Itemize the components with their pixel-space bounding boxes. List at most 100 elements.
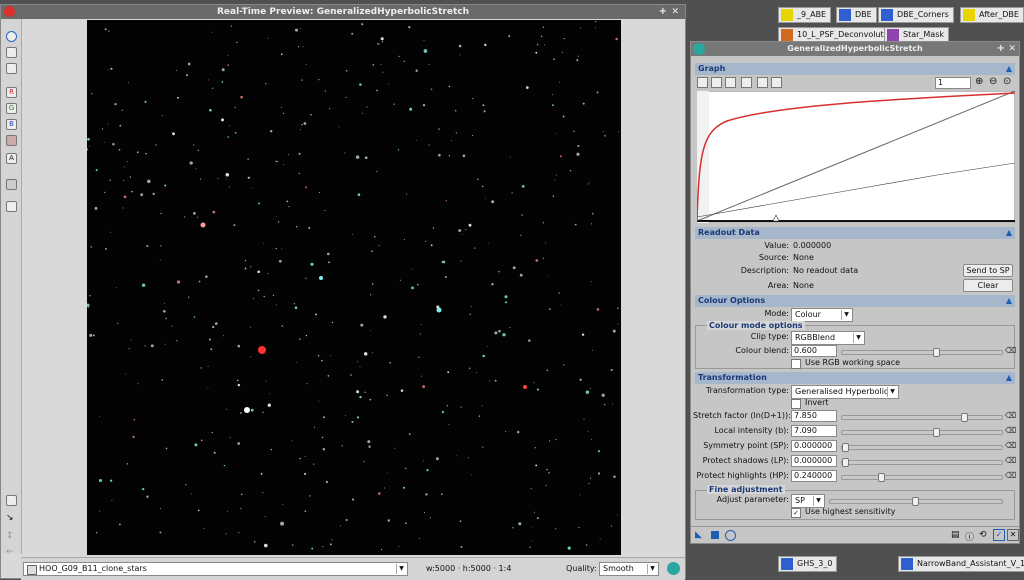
close-window-icon[interactable]: ✕ [1008, 42, 1016, 56]
graph-tool-icon[interactable] [711, 77, 722, 88]
collapse-icon[interactable]: ▲ [1006, 63, 1012, 75]
star [329, 108, 331, 110]
protect-highlights-slider[interactable] [841, 473, 1003, 482]
red-channel-icon[interactable]: R [6, 87, 17, 98]
clip-type-select[interactable]: RGBBlend ▼ [791, 331, 865, 345]
green-channel-icon[interactable]: G [6, 103, 17, 114]
rgb-channel-icon[interactable] [6, 135, 17, 146]
collapse-icon[interactable]: ▲ [1006, 372, 1012, 384]
slider-knob[interactable] [933, 348, 941, 357]
slider-knob[interactable] [933, 428, 941, 437]
star [207, 386, 209, 388]
clear-button[interactable]: Clear [963, 279, 1013, 292]
mode-select[interactable]: Colour ▼ [791, 308, 853, 322]
close-window-icon[interactable]: ✕ [671, 5, 679, 19]
highest-sensitivity-label: Use highest sensitivity [805, 507, 896, 516]
section-readout[interactable]: Readout Data ▲ [695, 227, 1015, 239]
reset-icon[interactable]: ⌫ [1005, 441, 1016, 450]
highest-sensitivity-checkbox[interactable]: ✓ [791, 508, 801, 518]
reset-icon[interactable]: ⌫ [1005, 411, 1016, 420]
invert-checkbox[interactable] [791, 399, 801, 409]
ok-icon[interactable]: ✓ [993, 529, 1005, 541]
add-icon[interactable]: + [997, 42, 1005, 56]
reset-icon[interactable]: ⌫ [1005, 426, 1016, 435]
star [357, 361, 359, 363]
section-colour-options[interactable]: Colour Options ▲ [695, 295, 1015, 307]
desktop-icon-dbe-corners[interactable]: DBE_Corners [878, 7, 954, 23]
zoom-in-icon[interactable]: ⊕ [975, 76, 983, 87]
stretch-factor-field[interactable]: 7.850 [791, 410, 837, 422]
local-intensity-slider[interactable] [841, 428, 1003, 437]
reset-icon[interactable]: ⌫ [1005, 456, 1016, 465]
use-rgb-checkbox[interactable] [791, 359, 801, 369]
reset-all-icon[interactable]: ⟲ [979, 530, 987, 540]
fine-adjust-slider[interactable] [829, 497, 1003, 506]
desktop-icon-dbe[interactable]: DBE [836, 7, 877, 23]
preview-title-bar[interactable]: Real-Time Preview: GeneralizedHyperbolic… [1, 5, 685, 19]
graph-tool-icon[interactable] [771, 77, 782, 88]
grid-icon[interactable] [741, 77, 752, 88]
new-instance-icon[interactable]: ◣ [695, 530, 702, 540]
double-square-icon[interactable] [6, 63, 17, 74]
star [491, 282, 494, 286]
zoom-out-icon[interactable]: ⊖ [989, 76, 997, 87]
desktop-icon-after-dbe[interactable]: After_DBE [960, 7, 1024, 23]
cancel-icon[interactable]: ✕ [1007, 529, 1019, 541]
arrow-left-icon[interactable]: ← [6, 547, 17, 558]
image-select[interactable]: HOO_G09_B11_clone_stars ▼ [23, 562, 408, 576]
info-icon[interactable]: ⓘ [965, 530, 974, 543]
desktop-icon-9-abe[interactable]: _9_ABE [778, 7, 832, 23]
camera-icon[interactable] [6, 179, 17, 190]
graph-tool-icon[interactable] [725, 77, 736, 88]
zoom-level-field[interactable]: 1 [935, 77, 971, 89]
slider-knob[interactable] [842, 458, 849, 467]
document-icon[interactable]: ▤ [951, 530, 960, 540]
realtime-preview-icon[interactable] [725, 530, 736, 541]
arrow-down-right-icon[interactable]: ↘ [6, 513, 17, 524]
add-icon[interactable]: + [659, 5, 667, 19]
star [549, 440, 551, 442]
close-icon[interactable] [4, 6, 15, 17]
slider-knob[interactable] [842, 443, 849, 452]
reset-icon[interactable]: ⌫ [1005, 471, 1016, 480]
star [211, 31, 213, 33]
symmetry-point-field[interactable]: 0.000000 [791, 440, 837, 452]
apply-global-icon[interactable] [711, 531, 719, 539]
slider-knob[interactable] [878, 473, 886, 482]
desktop-icon-narrowband[interactable]: NarrowBand_Assistant_V_1_5 [898, 556, 1024, 572]
graph-tool-icon[interactable] [757, 77, 768, 88]
luminance-channel-icon[interactable]: A [6, 153, 17, 164]
section-transformation[interactable]: Transformation ▲ [695, 372, 1015, 384]
protect-highlights-field[interactable]: 0.240000 [791, 470, 837, 482]
collapse-icon[interactable]: ▲ [1006, 227, 1012, 239]
reset-icon[interactable]: ⌫ [1005, 346, 1016, 355]
stretch-factor-slider[interactable] [841, 413, 1003, 422]
section-graph[interactable]: Graph ▲ [695, 63, 1015, 75]
slider-knob[interactable] [912, 497, 919, 506]
slider-knob[interactable] [961, 413, 969, 422]
protect-shadows-slider[interactable] [841, 458, 1003, 467]
symmetry-point-slider[interactable] [841, 443, 1003, 452]
quality-select[interactable]: Smooth ▼ [599, 562, 659, 576]
circle-mode-icon[interactable] [6, 31, 17, 42]
desktop-icon-ghs[interactable]: GHS_3_0 [778, 556, 838, 572]
zoom-fit-icon[interactable] [6, 495, 17, 506]
star [369, 398, 372, 401]
send-to-sp-button[interactable]: Send to SP [963, 264, 1013, 277]
colour-blend-slider[interactable] [841, 348, 1003, 357]
graph-tool-icon[interactable] [697, 77, 708, 88]
zoom-fit-icon[interactable]: ⊙ [1003, 76, 1011, 87]
star [123, 166, 125, 168]
colour-blend-field[interactable]: 0.600 [791, 345, 837, 357]
protect-shadows-field[interactable]: 0.000000 [791, 455, 837, 467]
process-status-icon[interactable] [667, 562, 680, 575]
collapse-icon[interactable]: ▲ [1006, 295, 1012, 307]
square-mode-icon[interactable] [6, 47, 17, 58]
preview-image-canvas[interactable] [87, 20, 621, 555]
window-icon[interactable] [6, 201, 17, 212]
arrow-up-icon[interactable]: ↕ [6, 531, 17, 542]
local-intensity-field[interactable]: 7.090 [791, 425, 837, 437]
transformation-graph[interactable] [697, 91, 1015, 223]
blue-channel-icon[interactable]: B [6, 119, 17, 130]
ghs-title-bar[interactable]: GeneralizedHyperbolicStretch + ✕ [691, 42, 1019, 56]
